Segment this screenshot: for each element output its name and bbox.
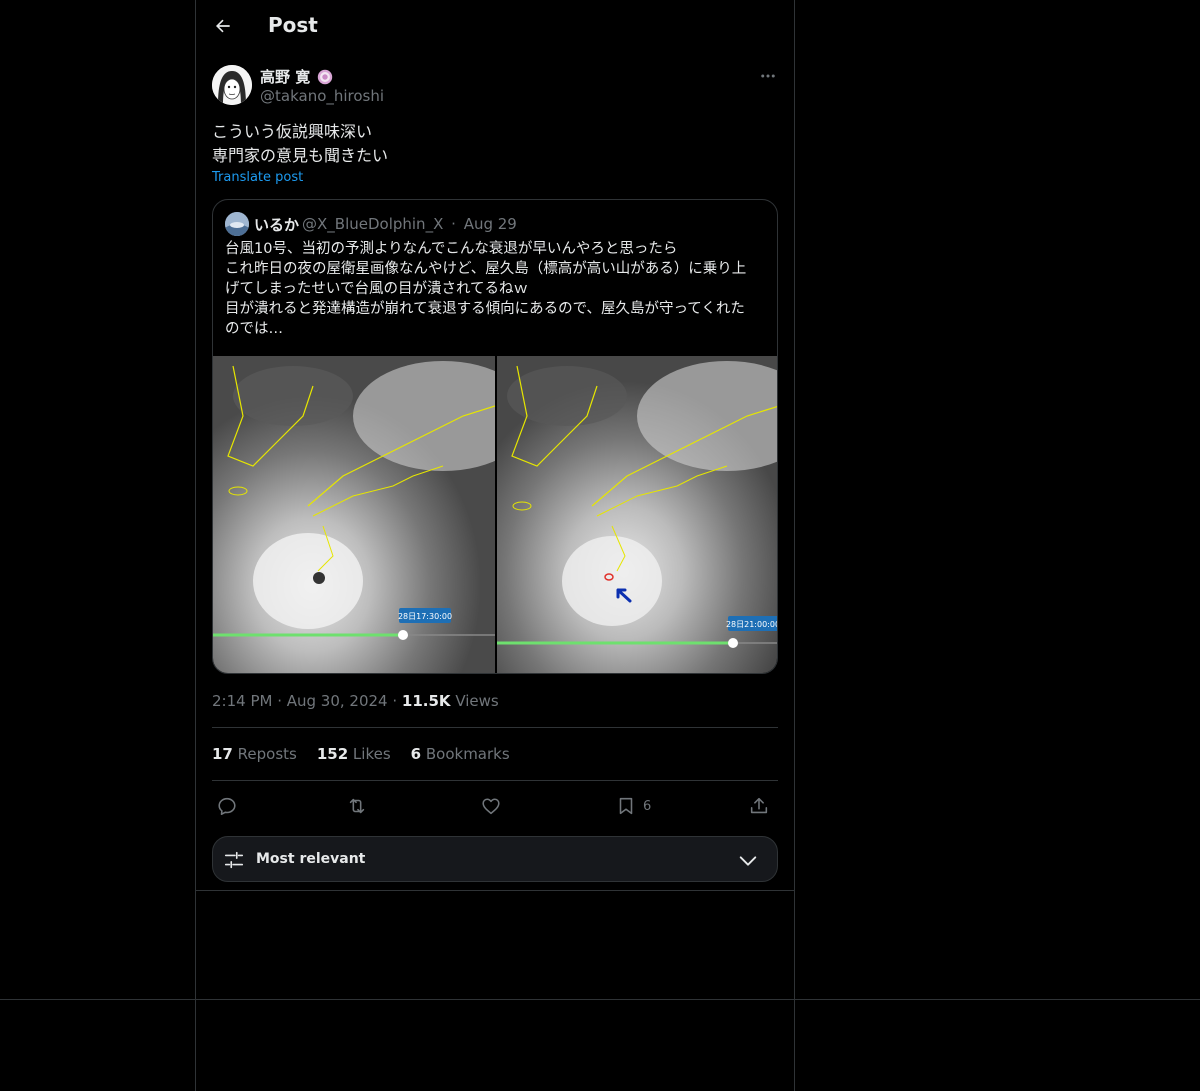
views-count: 11.5K [401,692,451,710]
quote-text-line: これ昨日の夜の屋衛星画像なんやけど、屋久島（標高が高い山がある）に乗り上 [225,261,747,277]
quote-text-line: 台風10号、当初の予測よりなんでこんな衰退が早いんやろと思ったら [225,241,678,257]
like-button[interactable] [480,794,502,818]
page-title: Post [268,13,318,37]
back-button[interactable] [208,11,238,41]
reposts-count: 17 [212,745,233,763]
post-bottom-divider [196,890,794,891]
chevron-down-icon [739,856,757,866]
avatar-illustration [212,65,252,105]
post-timestamp: 2:14 PM · Aug 30, 2024 · 11.5K Views [212,692,499,710]
author-name[interactable]: 高野 寛 [260,66,334,87]
sliders-icon [224,851,244,869]
divider [212,727,778,728]
post-time[interactable]: 2:14 PM · Aug 30, 2024 · [212,692,402,710]
satellite-image-right[interactable]: 28日21:00:00 [497,356,778,673]
more-icon [761,74,775,78]
sort-label: Most relevant [256,851,366,867]
author-handle[interactable]: @takano_hiroshi [260,87,384,105]
post-text-line: 専門家の意見も聞きたい [212,146,389,165]
quote-date: Aug 29 [463,215,517,233]
action-bar: 6 [212,790,778,822]
quote-text-line: のでは… [225,321,283,337]
repost-icon [349,798,365,814]
column-border-right [794,0,795,1091]
page-divider [0,999,1200,1000]
separator-dot: · [451,215,456,233]
reply-button[interactable] [216,794,238,818]
translate-post-link[interactable]: Translate post [212,170,303,185]
quote-avatar [225,212,249,236]
image-time-label: 28日21:00:00 [726,620,778,629]
reposts-stat[interactable]: 17 Reposts [212,745,297,763]
arrow-left-icon [216,19,230,33]
likes-label: Likes [348,745,391,763]
share-icon [750,797,768,814]
avatar[interactable] [212,65,252,105]
engagement-stats: 17 Reposts 152 Likes 6 Bookmarks [212,745,510,763]
verified-badge-icon [318,69,333,84]
quoted-post[interactable]: いるか @X_BlueDolphin_X · Aug 29 台風10号、当初の予… [212,199,778,674]
quote-text-line: 目が潰れると発達構造が崩れて衰退する傾向にあるので、屋久島が守ってくれた [225,301,745,317]
quote-author-handle: @X_BlueDolphin_X [302,215,444,233]
repost-button[interactable] [346,794,368,818]
bookmarks-label: Bookmarks [421,745,510,763]
divider [212,780,778,781]
likes-stat[interactable]: 152 Likes [317,745,391,763]
post-text-line: こういう仮説興味深い [212,122,373,141]
share-button[interactable] [748,794,770,818]
quote-meta: @X_BlueDolphin_X · Aug 29 [302,215,517,233]
image-time-label: 28日17:30:00 [398,612,452,621]
quote-text: 台風10号、当初の予測よりなんでこんな衰退が早いんやろと思ったら これ昨日の夜の… [225,239,770,339]
quote-text-line: げてしまったせいで台風の目が潰されてるねｗ [225,281,529,297]
bookmark-button[interactable]: 6 [615,794,651,818]
quote-author-name: いるか [254,216,300,234]
reposts-label: Reposts [232,745,297,763]
satellite-image-left[interactable]: 28日17:30:00 [213,356,495,673]
post-text: こういう仮説興味深い 専門家の意見も聞きたい [212,120,388,168]
bookmarks-stat[interactable]: 6 Bookmarks [411,745,510,763]
like-icon [482,798,500,815]
likes-count: 152 [316,745,349,763]
reply-sort-dropdown[interactable]: Most relevant [212,836,778,882]
quote-media: 28日17:30:00 28日21:00:00 [213,356,778,673]
bookmarks-count: 6 [410,745,422,763]
page-header: Post [196,0,794,53]
more-options-button[interactable] [756,64,780,88]
bookmark-icon [619,797,633,815]
column-border-left [195,0,196,1091]
bookmark-count: 6 [643,798,652,814]
author-name-text: 高野 寛 [260,68,311,86]
reply-icon [218,797,236,816]
views-label: Views [450,692,499,710]
